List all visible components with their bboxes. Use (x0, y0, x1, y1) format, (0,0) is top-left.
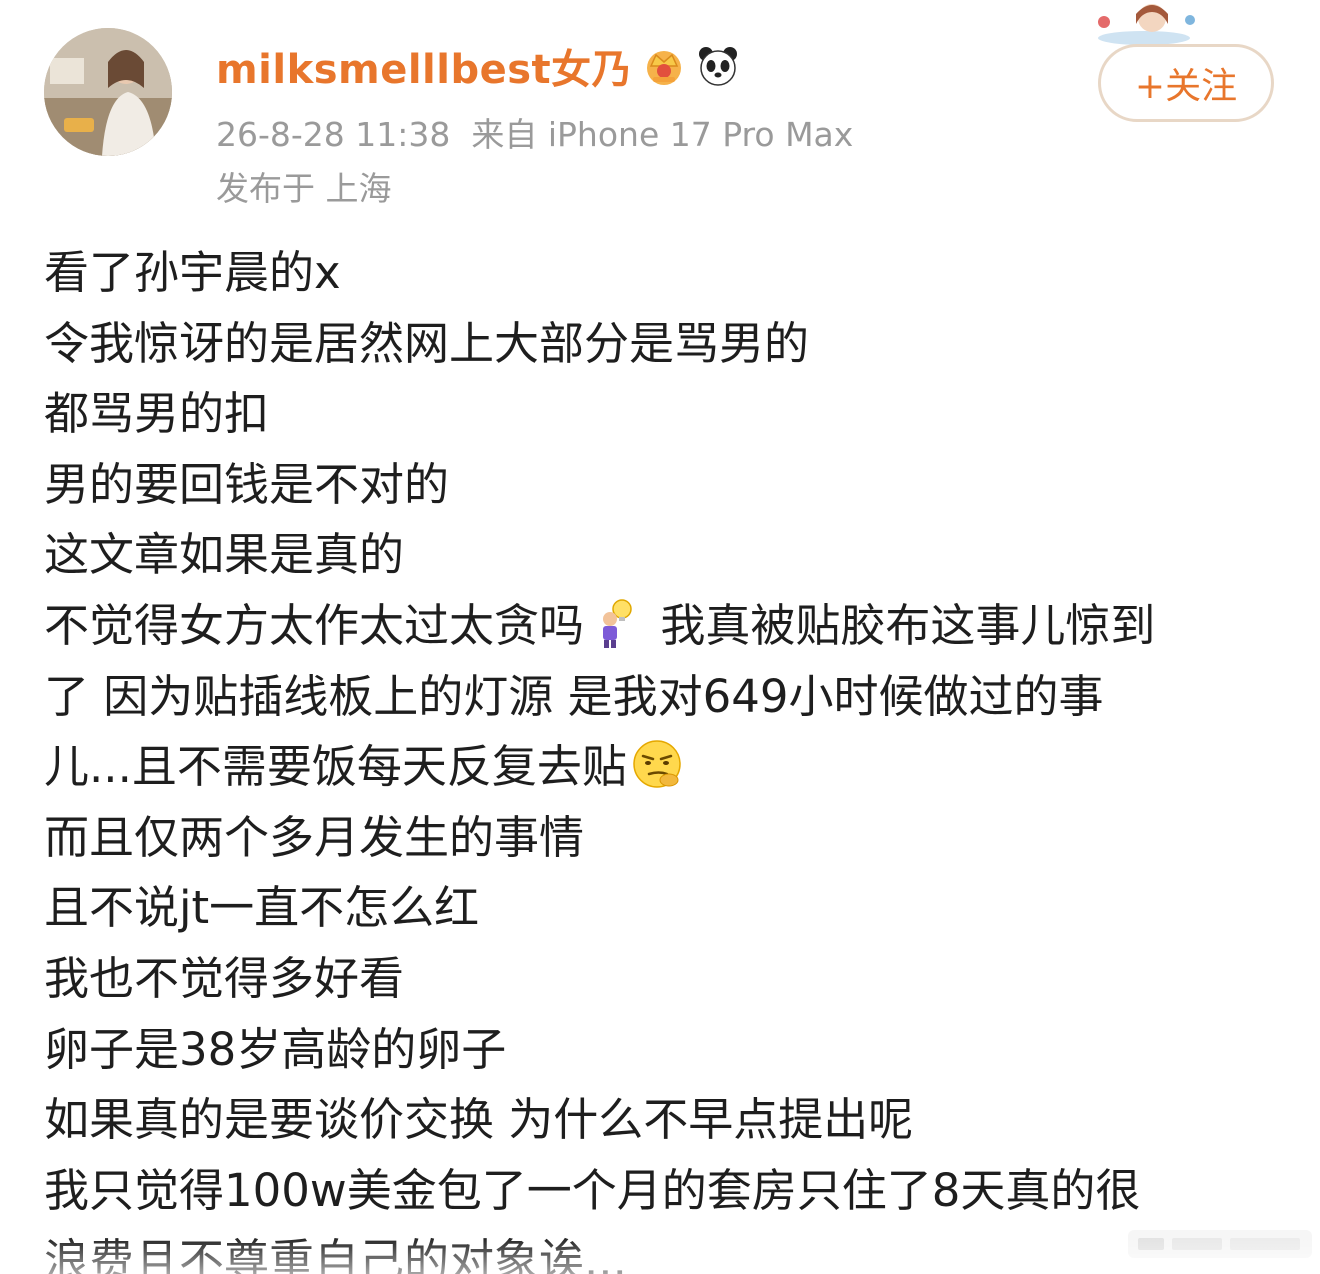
post-source: 来自 iPhone 17 Pro Max (471, 115, 854, 154)
post-line: 而且仅两个多月发生的事情 (44, 810, 585, 864)
post-line-with-emoji: 不觉得女方太作太过太贪吗 我真被贴胶布这事儿惊到 (44, 591, 1284, 662)
post-line: 都骂男的扣 (44, 387, 270, 441)
post-body: 看了孙宇晨的x 令我惊讶的是居然网上大部分是骂男的 都骂男的扣 男的要回钱是不对… (44, 238, 1284, 1274)
watermark-logo (1128, 1230, 1312, 1258)
crown-icon (647, 51, 682, 85)
username[interactable]: milksmelllbest女乃 (216, 37, 632, 95)
thinking-lightbulb-emoji (603, 599, 632, 648)
panda-icon (699, 47, 738, 86)
post-line: 令我惊讶的是居然网上大部分是骂男的 (44, 316, 810, 370)
follow-button[interactable]: +关注 (1098, 44, 1274, 122)
post-line: 我也不觉得多好看 (44, 951, 405, 1005)
smirk-thinking-emoji (633, 740, 681, 788)
post-line-segment: 我真被贴胶布这事儿惊到 (660, 598, 1156, 652)
post-line: 如果真的是要谈价交换 为什么不早点提出呢 (44, 1093, 914, 1147)
post-line-segment: 儿...且不需要饭每天反复去贴 (44, 740, 627, 794)
post-line: 看了孙宇晨的x (44, 246, 341, 299)
post-timestamp: 26-8-28 11:38 (216, 115, 451, 154)
post-line-with-emoji: 儿...且不需要饭每天反复去贴 (44, 732, 1284, 803)
post-line: 了 因为贴插线板上的灯源 是我对649小时候做过的事 (44, 669, 1104, 723)
post-meta: 26-8-28 11:38 来自 iPhone 17 Pro Max (216, 108, 853, 156)
post-line: 这文章如果是真的 (44, 528, 405, 582)
post-location: 发布于 上海 (216, 169, 392, 208)
post-line: 我只觉得100w美金包了一个月的套房只住了8天真的很 (44, 1163, 1141, 1217)
post-line: 且不说jt一直不怎么红 (44, 881, 480, 935)
avatar-pendant-sticker (1098, 4, 1195, 45)
post-line: 男的要回钱是不对的 (44, 457, 450, 511)
avatar-photo (44, 28, 172, 156)
post-line: 浪费且不尊重自己的对象诶... (44, 1234, 627, 1274)
post-line: 卵子是38岁高龄的卵子 (44, 1022, 507, 1076)
post-line-segment: 不觉得女方太作太过太贪吗 (44, 598, 585, 652)
weibo-post-screenshot: milksmelllbest女乃 26-8-28 11:38 来自 iPhone… (0, 0, 1320, 1274)
author-row: milksmelllbest女乃 (216, 38, 740, 94)
avatar[interactable] (44, 28, 172, 156)
